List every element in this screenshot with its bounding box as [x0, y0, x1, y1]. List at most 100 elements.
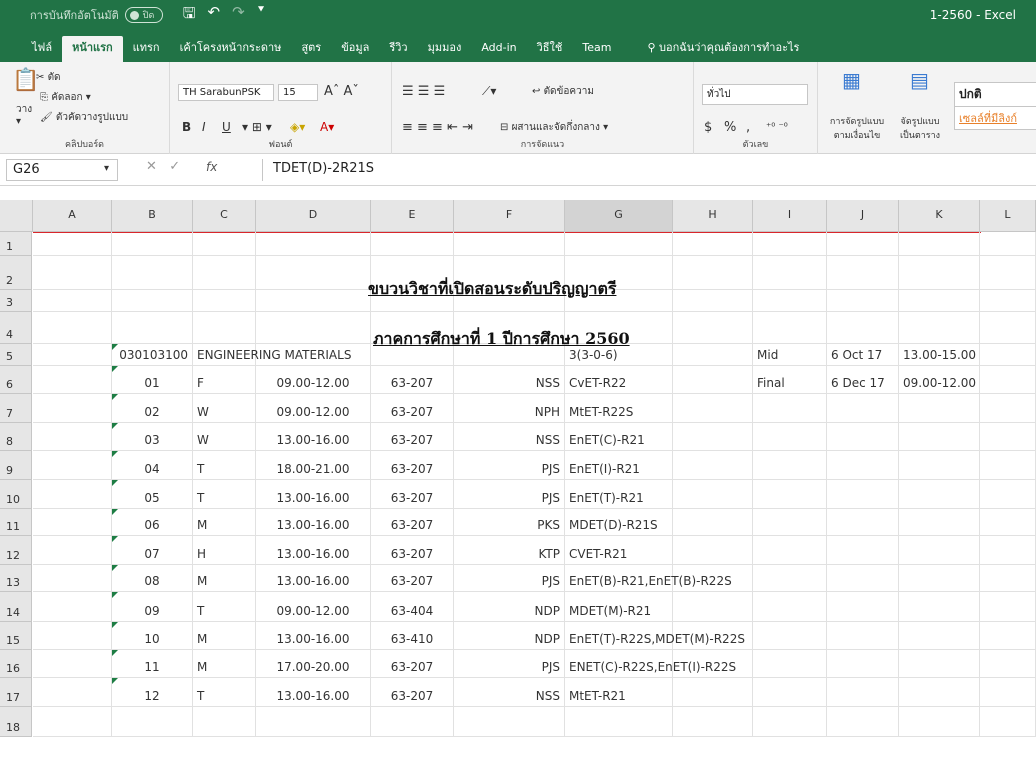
row-header-17[interactable]: 17: [0, 678, 32, 707]
row-header-4[interactable]: 4: [0, 312, 32, 344]
cell-a18[interactable]: [33, 707, 112, 737]
cell-h8[interactable]: [673, 423, 753, 451]
cell-l1[interactable]: [980, 232, 1036, 256]
cell-i17[interactable]: [753, 678, 827, 707]
cell-l3[interactable]: [980, 290, 1036, 312]
tab-file[interactable]: ไฟล์: [22, 36, 62, 62]
cell-e11[interactable]: 63-207: [371, 509, 454, 536]
redo-icon[interactable]: ↷: [232, 3, 245, 28]
cell-i16[interactable]: [753, 650, 827, 678]
cell-g6[interactable]: CvET-R22: [565, 366, 673, 394]
cell-i12[interactable]: [753, 536, 827, 565]
cell-f14[interactable]: NDP: [454, 592, 565, 622]
cell-d2[interactable]: [256, 256, 371, 290]
cell-i15[interactable]: [753, 622, 827, 650]
cell-e16[interactable]: 63-207: [371, 650, 454, 678]
cell-j2[interactable]: [827, 256, 899, 290]
cell-i10[interactable]: [753, 480, 827, 509]
cell-k8[interactable]: [899, 423, 980, 451]
merge-center-button[interactable]: ⊟ ผสานและจัดกึ่งกลาง ▾: [500, 120, 608, 135]
cell-h6[interactable]: [673, 366, 753, 394]
cell-h9[interactable]: [673, 451, 753, 480]
cell-i9[interactable]: [753, 451, 827, 480]
align-top-icon[interactable]: ☰ ☰ ☰: [402, 84, 445, 99]
cell-d17[interactable]: 13.00-16.00: [256, 678, 371, 707]
cell-l9[interactable]: [980, 451, 1036, 480]
cut-button[interactable]: ✂ ตัด: [36, 70, 61, 85]
cell-k17[interactable]: [899, 678, 980, 707]
cell-l5[interactable]: [980, 344, 1036, 366]
cell-g9[interactable]: EnET(I)-R21: [565, 451, 673, 480]
cell-e1[interactable]: [371, 232, 454, 256]
cell-f16[interactable]: PJS: [454, 650, 565, 678]
cell-h18[interactable]: [673, 707, 753, 737]
cell-j18[interactable]: [827, 707, 899, 737]
cell-j1[interactable]: [827, 232, 899, 256]
cell-c15[interactable]: M: [193, 622, 256, 650]
cell-j13[interactable]: [827, 565, 899, 592]
cell-j3[interactable]: [827, 290, 899, 312]
cell-j16[interactable]: [827, 650, 899, 678]
cell-g1[interactable]: [565, 232, 673, 256]
cell-j8[interactable]: [827, 423, 899, 451]
cell-h12[interactable]: [673, 536, 753, 565]
cell-a11[interactable]: [33, 509, 112, 536]
paste-dropdown-icon[interactable]: ▾: [16, 116, 21, 127]
cell-h7[interactable]: [673, 394, 753, 423]
cell-i4[interactable]: [753, 312, 827, 344]
cell-l16[interactable]: [980, 650, 1036, 678]
cell-k9[interactable]: [899, 451, 980, 480]
column-header-g[interactable]: G: [565, 200, 673, 232]
cell-h2[interactable]: [673, 256, 753, 290]
cell-i6[interactable]: Final: [753, 366, 827, 394]
cell-e7[interactable]: 63-207: [371, 394, 454, 423]
cell-c7[interactable]: W: [193, 394, 256, 423]
column-header-k[interactable]: K: [899, 200, 980, 232]
tab-review[interactable]: รีวิว: [379, 36, 417, 62]
cell-d5[interactable]: [256, 344, 371, 366]
cell-l15[interactable]: [980, 622, 1036, 650]
cell-b16[interactable]: 11: [112, 650, 193, 678]
column-header-f[interactable]: F: [454, 200, 565, 232]
cell-k6[interactable]: 09.00-12.00: [899, 366, 980, 394]
cell-f18[interactable]: [454, 707, 565, 737]
cell-f10[interactable]: PJS: [454, 480, 565, 509]
autosave-toggle[interactable]: ปิด: [124, 7, 163, 23]
cell-c9[interactable]: T: [193, 451, 256, 480]
cell-a7[interactable]: [33, 394, 112, 423]
row-header-16[interactable]: 16: [0, 650, 32, 678]
tell-me-search[interactable]: ⚲ บอกฉันว่าคุณต้องการทำอะไร: [637, 36, 809, 62]
cell-c12[interactable]: H: [193, 536, 256, 565]
cell-i13[interactable]: [753, 565, 827, 592]
cell-j10[interactable]: [827, 480, 899, 509]
cell-b12[interactable]: 07: [112, 536, 193, 565]
comma-button[interactable]: ,: [746, 120, 750, 135]
cell-l17[interactable]: [980, 678, 1036, 707]
cell-d10[interactable]: 13.00-16.00: [256, 480, 371, 509]
cell-i8[interactable]: [753, 423, 827, 451]
cell-e17[interactable]: 63-207: [371, 678, 454, 707]
cell-b4[interactable]: [112, 312, 193, 344]
cell-l6[interactable]: [980, 366, 1036, 394]
row-header-12[interactable]: 12: [0, 536, 32, 565]
tab-addin[interactable]: Add-in: [471, 36, 526, 62]
cell-a15[interactable]: [33, 622, 112, 650]
column-header-a[interactable]: A: [33, 200, 112, 232]
cell-f6[interactable]: NSS: [454, 366, 565, 394]
cell-g17[interactable]: MtET-R21: [565, 678, 673, 707]
cell-k2[interactable]: [899, 256, 980, 290]
row-header-7[interactable]: 7: [0, 394, 32, 423]
cell-e13[interactable]: 63-207: [371, 565, 454, 592]
cell-g18[interactable]: [565, 707, 673, 737]
cell-l12[interactable]: [980, 536, 1036, 565]
format-table-icon[interactable]: ▤: [910, 68, 929, 92]
cell-d15[interactable]: 13.00-16.00: [256, 622, 371, 650]
cell-c18[interactable]: [193, 707, 256, 737]
cell-j17[interactable]: [827, 678, 899, 707]
cell-b7[interactable]: 02: [112, 394, 193, 423]
cell-l13[interactable]: [980, 565, 1036, 592]
format-table-label[interactable]: จัดรูปแบบ เป็นตาราง: [892, 114, 948, 142]
row-header-15[interactable]: 15: [0, 622, 32, 650]
cell-d18[interactable]: [256, 707, 371, 737]
row-header-6[interactable]: 6: [0, 366, 32, 394]
